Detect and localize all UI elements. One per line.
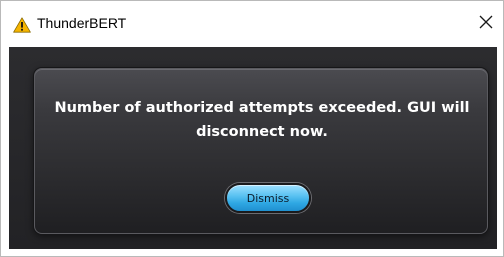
- close-button[interactable]: [475, 13, 497, 35]
- app-window: ThunderBERT Number of authorized attempt…: [0, 0, 504, 257]
- message-panel: Number of authorized attempts exceeded. …: [34, 68, 488, 234]
- error-message: Number of authorized attempts exceeded. …: [54, 100, 470, 140]
- warning-icon: [13, 17, 31, 33]
- dismiss-button[interactable]: Dismiss: [225, 183, 311, 213]
- close-icon: [479, 15, 493, 34]
- content-area: Number of authorized attempts exceeded. …: [9, 47, 497, 249]
- window-title: ThunderBERT: [37, 15, 127, 31]
- title-bar[interactable]: ThunderBERT: [1, 1, 503, 45]
